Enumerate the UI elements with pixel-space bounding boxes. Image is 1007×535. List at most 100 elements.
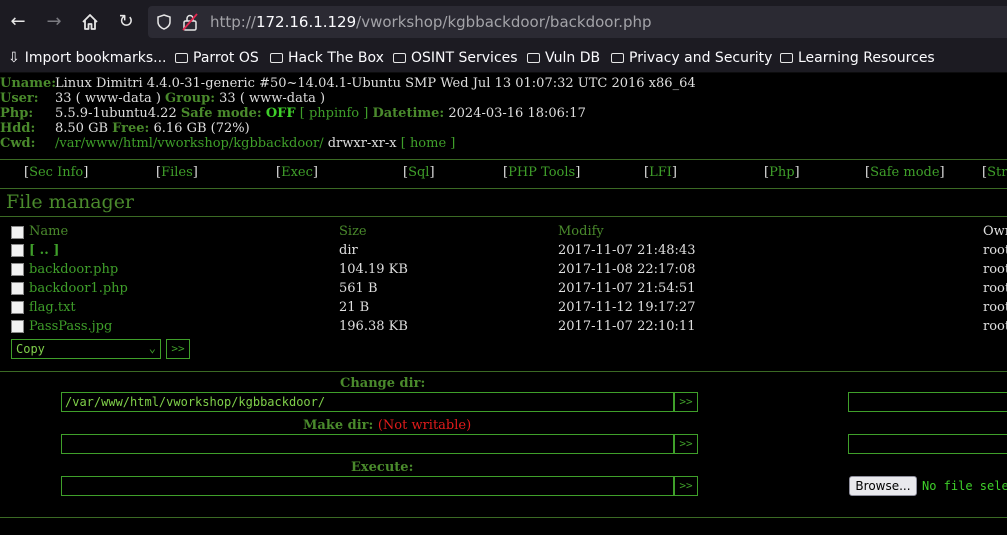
- menu-exec[interactable]: [Exec]: [276, 165, 318, 180]
- right-input-1[interactable]: [848, 392, 1007, 412]
- forward-icon[interactable]: →: [42, 10, 66, 34]
- column-header-owner[interactable]: Own: [983, 224, 1007, 239]
- file-modified: 2017-11-08 22:17:08: [558, 262, 696, 277]
- execute-input[interactable]: [61, 476, 674, 496]
- free-label: Free:: [112, 121, 150, 136]
- column-header-size[interactable]: Size: [339, 224, 367, 239]
- change-dir-label: Change dir:: [340, 376, 426, 391]
- file-owner: root: [983, 319, 1007, 334]
- menu-sql[interactable]: [Sql]: [403, 165, 435, 180]
- table-row: backdoor1.php 561 B 2017-11-07 21:54:51 …: [0, 279, 1007, 298]
- action-go-button[interactable]: >>: [166, 339, 190, 359]
- bookmark-hack-the-box[interactable]: Hack The Box: [270, 48, 384, 68]
- table-row: PassPass.jpg 196.38 KB 2017-11-07 22:10:…: [0, 317, 1007, 336]
- bookmark-osint-services[interactable]: OSINT Services: [393, 48, 518, 68]
- select-all-checkbox[interactable]: [11, 226, 24, 239]
- file-size: 104.19 KB: [339, 262, 408, 277]
- bookmark-privacy-security[interactable]: Privacy and Security: [611, 48, 772, 68]
- cwd-label: Cwd:: [0, 136, 36, 151]
- home-link[interactable]: [ home ]: [401, 136, 456, 151]
- menu-php-tools[interactable]: [PHP Tools]: [503, 165, 580, 180]
- folder-icon: [175, 53, 188, 63]
- bookmarks-bar: ⇩ Import bookmarks... Parrot OS Hack The …: [0, 44, 1007, 73]
- shield-icon[interactable]: [157, 14, 171, 34]
- file-name-link[interactable]: backdoor1.php: [29, 281, 128, 296]
- bookmark-label: Import bookmarks...: [24, 50, 167, 66]
- file-name-link[interactable]: backdoor.php: [29, 262, 118, 277]
- make-dir-heading: Make dir: (Not writable): [303, 418, 471, 433]
- file-name-link[interactable]: [ .. ]: [29, 243, 59, 258]
- datetime-value: 2024-03-16 18:06:17: [448, 106, 586, 121]
- bookmark-learning-resources[interactable]: Learning Resources: [780, 48, 935, 68]
- table-row: [ .. ] dir 2017-11-07 21:48:43 root: [0, 241, 1007, 260]
- execute-button[interactable]: >>: [674, 476, 698, 496]
- right-input-2[interactable]: [848, 434, 1007, 454]
- safe-mode-value: OFF: [265, 106, 296, 121]
- cwd-permissions: drwxr-xr-x: [327, 136, 397, 151]
- make-dir-input[interactable]: [61, 434, 674, 454]
- cwd-link[interactable]: /var/www/html/vworkshop/kgbbackdoor/: [55, 136, 324, 151]
- url-host: 172.16.1.129: [255, 13, 357, 31]
- menu-php[interactable]: [Php]: [764, 165, 800, 180]
- url-bar[interactable]: http://172.16.1.129/vworkshop/kgbbackdoo…: [148, 6, 1007, 38]
- column-header-modify[interactable]: Modify: [558, 224, 604, 239]
- row-checkbox[interactable]: [11, 282, 24, 295]
- menu-files[interactable]: [Files]: [156, 165, 198, 180]
- hdd-value: 8.50 GB: [55, 121, 109, 136]
- bookmark-label: Learning Resources: [798, 50, 935, 66]
- file-owner: root: [983, 262, 1007, 277]
- column-header-name[interactable]: Name: [29, 224, 68, 239]
- bookmark-label: Parrot OS: [193, 50, 259, 66]
- bookmark-label: OSINT Services: [411, 50, 518, 66]
- browser-toolbar: ← → ↻ http://172.16.1.129/vworkshop/kgbb…: [0, 0, 1007, 44]
- menu-label: Php: [769, 165, 795, 180]
- action-select-value: Copy: [16, 342, 45, 356]
- no-file-selected-text: No file sele: [922, 479, 1007, 493]
- table-row: flag.txt 21 B 2017-11-12 19:17:27 root: [0, 298, 1007, 317]
- file-name-link[interactable]: PassPass.jpg: [29, 319, 112, 334]
- browse-button[interactable]: Browse...: [849, 476, 917, 496]
- menu-safe-mode[interactable]: [Safe mode]: [865, 165, 945, 180]
- datetime-label: Datetime:: [372, 106, 445, 121]
- action-select[interactable]: Copy ⌄: [11, 339, 161, 359]
- back-icon[interactable]: ←: [6, 10, 30, 34]
- folder-icon: [780, 53, 793, 63]
- bookmark-label: Vuln DB: [545, 50, 601, 66]
- user-label: User:: [0, 91, 39, 106]
- row-checkbox[interactable]: [11, 301, 24, 314]
- file-size: 21 B: [339, 300, 370, 315]
- menu-string-tools[interactable]: [Stri: [982, 165, 1007, 180]
- row-checkbox[interactable]: [11, 263, 24, 276]
- menu-label: LFI: [649, 165, 672, 180]
- reload-icon[interactable]: ↻: [114, 10, 138, 34]
- bookmark-import[interactable]: ⇩ Import bookmarks...: [8, 48, 167, 68]
- divider: [0, 216, 1007, 217]
- file-modified: 2017-11-07 21:48:43: [558, 243, 696, 258]
- make-dir-button[interactable]: >>: [674, 434, 698, 454]
- bookmark-parrot-os[interactable]: Parrot OS: [175, 48, 259, 68]
- url-prefix: http://: [210, 13, 256, 31]
- bookmark-vuln-db[interactable]: Vuln DB: [527, 48, 600, 68]
- menu-lfi[interactable]: [LFI]: [644, 165, 677, 180]
- menu-sec-info[interactable]: [Sec Info]: [24, 165, 88, 180]
- url-text[interactable]: http://172.16.1.129/vworkshop/kgbbackdoo…: [210, 13, 652, 31]
- file-modified: 2017-11-12 19:17:27: [558, 300, 696, 315]
- file-name-link[interactable]: flag.txt: [29, 300, 76, 315]
- not-writable-notice: (Not writable): [377, 418, 472, 433]
- home-icon[interactable]: [78, 10, 102, 34]
- row-checkbox[interactable]: [11, 244, 24, 257]
- menu-label: Sec Info: [29, 165, 84, 180]
- row-checkbox[interactable]: [11, 320, 24, 333]
- url-path: /vworkshop/kgbbackdoor/backdoor.php: [356, 13, 652, 31]
- phpinfo-link[interactable]: [ phpinfo ]: [300, 106, 369, 121]
- insecure-lock-icon[interactable]: [182, 13, 198, 35]
- file-owner: root: [983, 300, 1007, 315]
- change-dir-button[interactable]: >>: [674, 392, 698, 412]
- hdd-line: 8.50 GB Free: 6.16 GB (72%): [55, 121, 250, 136]
- user-line: 33 ( www-data ) Group: 33 ( www-data ): [55, 91, 325, 106]
- change-dir-input[interactable]: /var/www/html/vworkshop/kgbbackdoor/: [61, 392, 674, 412]
- menu-label: Exec: [281, 165, 313, 180]
- php-line: 5.5.9-1ubuntu4.22 Safe mode: OFF [ phpin…: [55, 106, 586, 121]
- safe-mode-label: Safe mode:: [180, 106, 262, 121]
- menu-label: Safe mode: [870, 165, 940, 180]
